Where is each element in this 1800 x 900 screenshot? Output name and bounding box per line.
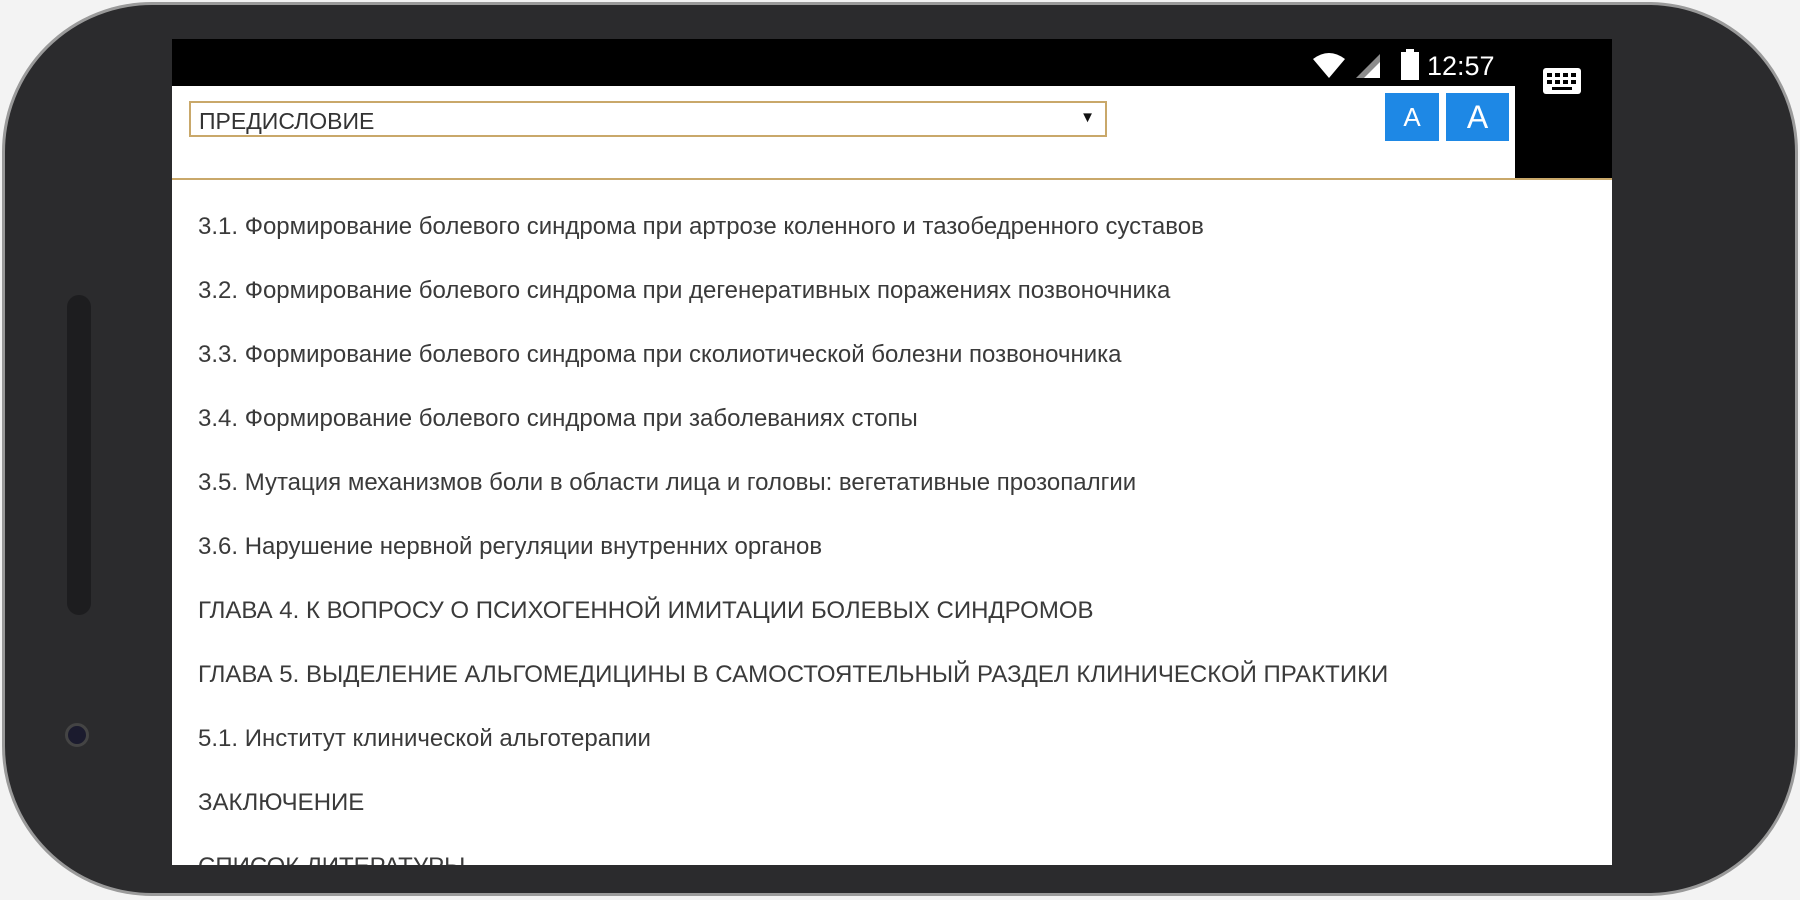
- phone-side-speaker: [67, 295, 91, 615]
- toc-item[interactable]: 3.4. Формирование болевого синдрома при …: [198, 405, 918, 433]
- status-time: 12:57: [1427, 51, 1495, 81]
- signal-icon: [1356, 54, 1380, 78]
- toc-item[interactable]: 3.5. Мутация механизмов боли в области л…: [198, 469, 1136, 497]
- phone-frame: 12:57 ПРЕДИСЛОВИЕ ▼ A A 3.1. Формировани…: [2, 2, 1798, 896]
- toc-item[interactable]: СПИСОК ЛИТЕРАТУРЫ: [198, 853, 465, 865]
- camera-icon: [65, 723, 89, 747]
- chapter-select[interactable]: ПРЕДИСЛОВИЕ ▼: [189, 101, 1107, 137]
- toc-item[interactable]: 3.6. Нарушение нервной регуляции внутрен…: [198, 533, 822, 561]
- battery-icon: [1401, 49, 1419, 80]
- keyboard-icon[interactable]: [1542, 67, 1582, 95]
- toc-item[interactable]: 5.1. Институт клинической альготерапии: [198, 725, 651, 753]
- toc-item[interactable]: 3.1. Формирование болевого синдрома при …: [198, 213, 1204, 241]
- phone-screen: 12:57 ПРЕДИСЛОВИЕ ▼ A A 3.1. Формировани…: [172, 39, 1612, 865]
- toc-item[interactable]: ГЛАВА 5. ВЫДЕЛЕНИЕ АЛЬГОМЕДИЦИНЫ В САМОС…: [198, 661, 1388, 689]
- toc-item[interactable]: 3.2. Формирование болевого синдрома при …: [198, 277, 1170, 305]
- toc-item[interactable]: ГЛАВА 4. К ВОПРОСУ О ПСИХОГЕННОЙ ИМИТАЦИ…: [198, 597, 1094, 625]
- table-of-contents: 3.1. Формирование болевого синдрома при …: [172, 178, 1612, 865]
- reader-toolbar: ПРЕДИСЛОВИЕ ▼ A A: [172, 86, 1515, 178]
- chapter-select-value: ПРЕДИСЛОВИЕ: [199, 108, 375, 134]
- dropdown-arrow-icon: ▼: [1080, 109, 1095, 126]
- toc-item[interactable]: 3.3. Формирование болевого синдрома при …: [198, 341, 1122, 369]
- font-decrease-button[interactable]: A: [1385, 93, 1439, 141]
- wifi-icon: [1313, 53, 1345, 78]
- font-increase-button[interactable]: A: [1446, 93, 1509, 141]
- toc-item[interactable]: ЗАКЛЮЧЕНИЕ: [198, 789, 364, 817]
